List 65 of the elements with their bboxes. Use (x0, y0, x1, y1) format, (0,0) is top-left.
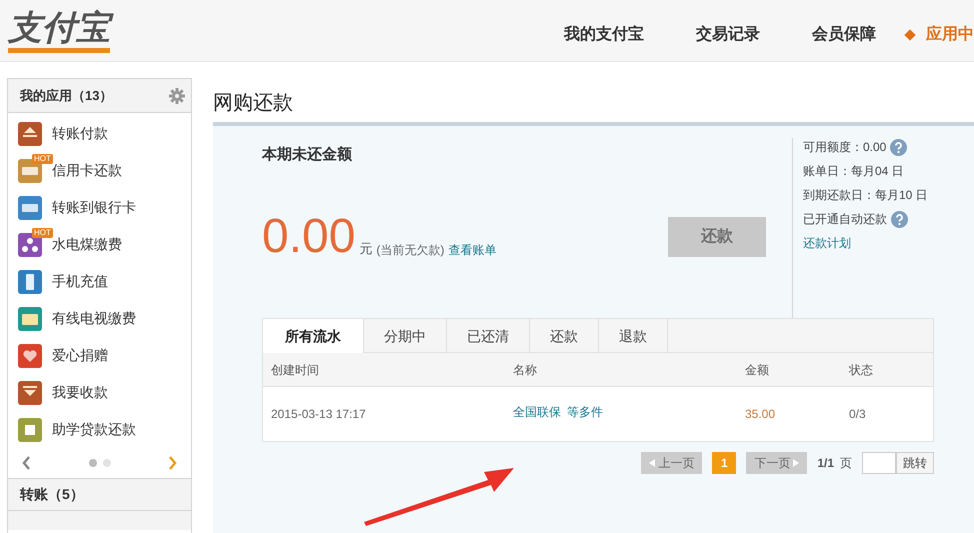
currency-unit: 元 (359, 240, 372, 258)
table-cell-text: 2015-03-13 17:17 (271, 406, 367, 423)
app-icon (18, 380, 42, 404)
app-item[interactable]: 转账到银行卡 (8, 189, 191, 226)
app-item[interactable]: 爱心捐赠 (8, 337, 191, 374)
app-item[interactable]: 手机充值 (8, 263, 191, 300)
help-icon[interactable] (890, 138, 908, 156)
summary-heading: 本期未还金额 (262, 145, 353, 165)
app-label: 手机充值 (52, 272, 108, 291)
item-name-link[interactable]: 全国联保 (513, 403, 561, 421)
app-item[interactable]: HOT 水电煤缴费 (8, 226, 191, 263)
info-text: 已开通自动还款 (803, 211, 887, 228)
column-header: 状态 (849, 362, 873, 378)
page-input[interactable] (862, 452, 896, 474)
app-item[interactable]: 转账付款 (8, 115, 191, 152)
sidebar-section[interactable] (8, 510, 191, 530)
sidebar-section[interactable]: 转账（5） (8, 478, 191, 510)
app-label: 转账到银行卡 (52, 198, 136, 217)
nav-link[interactable]: 交易记录 (696, 22, 760, 46)
table-cell-text: 0/3 (849, 406, 866, 423)
view-bill-link[interactable]: 查看账单 (448, 240, 496, 258)
info-text: 账单日：每月04 日 (803, 163, 904, 180)
column-header: 金额 (745, 362, 770, 378)
triangle-left-icon (649, 459, 656, 467)
app-label: 我要收款 (52, 383, 108, 402)
app-label: 助学贷款还款 (52, 420, 136, 439)
info-text: 到期还款日：每月10 日 (803, 187, 928, 204)
app-label: 爱心捐赠 (52, 346, 108, 365)
page-count: 1/1 (817, 455, 834, 472)
sidebar-title: 我的应用（13） (18, 86, 114, 105)
settings-icon[interactable] (169, 88, 185, 104)
debt-note: (当前无欠款) (376, 242, 444, 258)
page-unit: 页 (840, 455, 852, 472)
repay-plan-link[interactable]: 还款计划 (803, 234, 934, 252)
page-title: 网购还款 (213, 91, 294, 116)
app-icon (18, 270, 42, 294)
app-label: 信用卡还款 (52, 161, 122, 180)
app-item[interactable]: 助学贷款还款 (8, 411, 191, 448)
nav-link[interactable]: 我的支付宝 (564, 22, 644, 46)
column-header: 创建时间 (271, 362, 320, 378)
triangle-right-icon (793, 459, 800, 467)
app-label: 水电煤缴费 (52, 235, 122, 254)
app-icon (18, 418, 42, 442)
help-icon[interactable] (891, 210, 908, 228)
nav-link[interactable]: 会员保障 (812, 22, 876, 46)
app-label: 转账付款 (52, 124, 108, 143)
info-text: 可用额度：0.00 (803, 139, 886, 156)
hot-badge: HOT (32, 154, 53, 164)
column-header: 名称 (513, 362, 538, 378)
app-label: 有线电视缴费 (52, 309, 136, 328)
chevron-left-icon[interactable] (22, 456, 31, 470)
amount-value: 0.00 (262, 212, 356, 260)
table-cell-text: 35.00 (745, 406, 776, 423)
app-item[interactable]: 有线电视缴费 (8, 300, 191, 337)
more-items-link[interactable]: 等多件 (567, 403, 603, 421)
filter-tab[interactable]: 所有流水 (263, 319, 364, 353)
app-icon (18, 196, 42, 220)
hot-badge: HOT (32, 228, 53, 238)
jump-button[interactable]: 跳转 (896, 452, 934, 474)
app-icon (18, 306, 42, 330)
app-icon (18, 344, 42, 368)
app-item[interactable]: 我要收款 (8, 374, 191, 411)
app-icon (18, 122, 42, 146)
chevron-right-icon[interactable] (168, 456, 177, 470)
app-item[interactable]: HOT 信用卡还款 (8, 152, 191, 189)
